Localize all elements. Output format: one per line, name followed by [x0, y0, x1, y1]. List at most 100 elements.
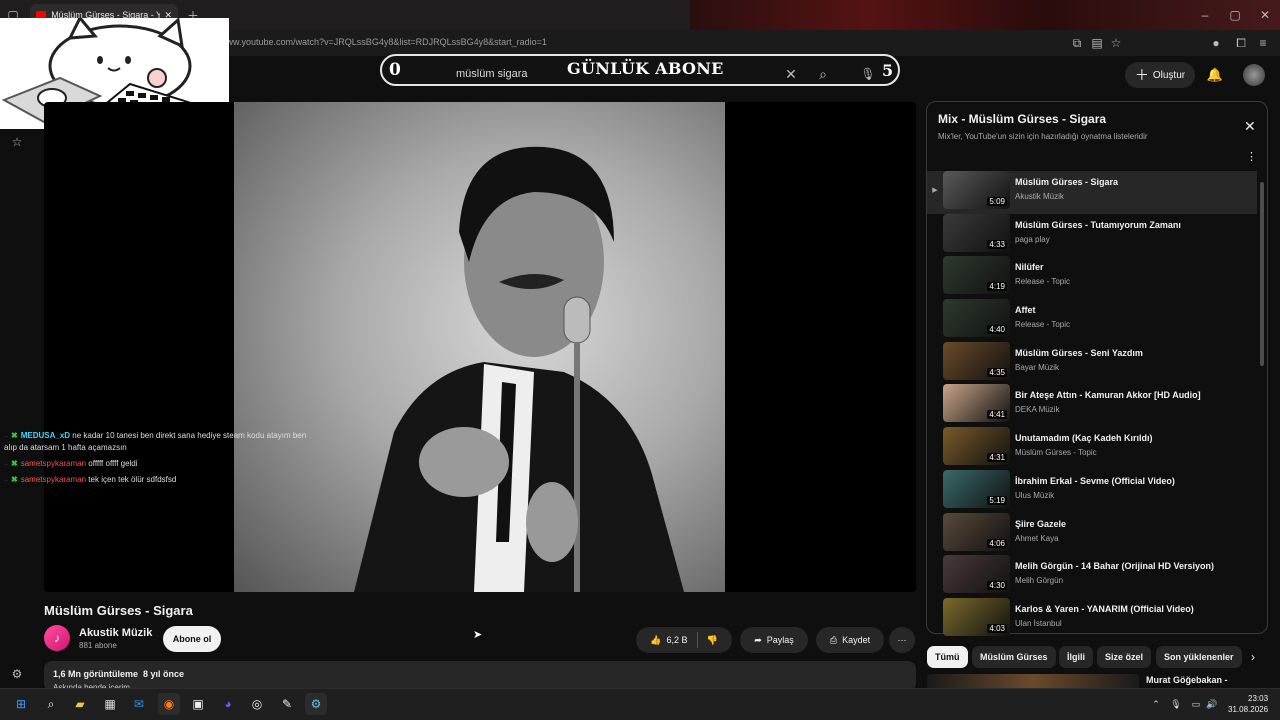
file-explorer-icon[interactable]: ▰ [69, 693, 91, 715]
playlist-item[interactable]: 4:19 Nilüfer Release - Topic [927, 256, 1257, 299]
window-close-icon[interactable]: ✕ [1258, 8, 1272, 22]
playlist-item-title: Müslüm Gürses - Tutamıyorum Zamanı [1015, 219, 1181, 230]
playlist-close-icon[interactable]: ✕ [1244, 118, 1256, 135]
playlist-scrollbar[interactable] [1260, 182, 1264, 366]
playlist-item[interactable]: 4:40 Affet Release - Topic [927, 299, 1257, 342]
minimize-icon[interactable]: – [1198, 8, 1212, 22]
playlist-thumbnail[interactable]: 4:40 [943, 299, 1010, 338]
playlist-index [927, 299, 943, 337]
playlist-item-channel: Release - Topic [1015, 320, 1070, 330]
volume-icon[interactable]: 🔊 [1206, 698, 1218, 710]
playlist-thumbnail[interactable]: 4:31 [943, 427, 1010, 466]
notifications-bell-icon[interactable]: 🔔 [1207, 67, 1223, 83]
settings-gear-icon[interactable]: ⚙ [10, 667, 24, 681]
playlist-item[interactable]: 4:33 Müslüm Gürses - Tutamıyorum Zamanı pa… [927, 213, 1257, 257]
playlist-title: Mix - Müslüm Gürses - Sigara [938, 112, 1107, 126]
playlist-more-icon[interactable]: ⋮ [1246, 150, 1257, 163]
pen-app-icon[interactable]: ✎ [276, 693, 298, 715]
chat-user: sametspykaraman [20, 475, 87, 484]
playlist-thumbnail[interactable]: 4:06 [943, 512, 1010, 551]
tray-chevron-up-icon[interactable]: ⌃ [1150, 698, 1162, 710]
video-player[interactable] [44, 102, 916, 592]
obs-icon[interactable]: ◎ [246, 693, 268, 715]
channel-name[interactable]: Akustik Müzik [79, 627, 152, 639]
playlist-item[interactable]: 4:35 Müslüm Gürses - Seni Yazdım Bayar Müz… [927, 341, 1257, 385]
playlist-thumbnail[interactable]: 4:35 [943, 341, 1010, 380]
playlist-thumbnail[interactable]: 4:33 [943, 213, 1010, 252]
extensions-puzzle-icon[interactable]: ⧠ [1234, 36, 1248, 50]
app-window-icon[interactable]: ▣ [187, 693, 209, 715]
chip-for-you[interactable]: Size özel [1097, 646, 1152, 668]
chip-all[interactable]: Tümü [927, 646, 968, 668]
playlist-index [927, 513, 943, 551]
playlist-thumbnail[interactable]: 4:03 [943, 597, 1010, 636]
playlist-item-title: Bir Ateşe Attın - Kamuran Akkor [HD Audi… [1015, 390, 1201, 401]
video-duration: 4:30 [987, 581, 1007, 591]
playlist-index [927, 256, 943, 294]
steam-icon[interactable]: ⚙ [305, 693, 327, 715]
create-button[interactable]: ＋ Oluştur [1125, 62, 1195, 88]
more-actions-button[interactable]: ⋯ [889, 627, 915, 653]
chat-message: ·· ✖ sametspykaraman offfff offff geldi [4, 458, 138, 471]
browser-menu-icon[interactable]: ≡ [1256, 36, 1270, 50]
playlist-item[interactable]: 5:19 İbrahim Erkal - Sevme (Official Vide… [927, 469, 1257, 513]
playlist-item[interactable]: 4:06 Şiire Gazele Ahmet Kaya [927, 512, 1257, 556]
reader-icon[interactable]: ▤ [1090, 36, 1104, 50]
taskbar-search-icon[interactable]: ⌕ [40, 693, 62, 715]
video-duration: 5:19 [987, 495, 1007, 505]
now-playing-icon: ▶ [932, 187, 938, 194]
chat-user: sametspykaraman [20, 459, 87, 468]
playlist-item[interactable]: 4:41 Bir Ateşe Attın - Kamuran Akkor [HD … [927, 384, 1257, 427]
account-avatar[interactable] [1243, 64, 1265, 86]
voice-search-icon[interactable]: 🎙 [860, 66, 875, 82]
playlist-thumbnail[interactable]: 4:19 [943, 256, 1010, 295]
chip-related[interactable]: İlgili [1059, 646, 1093, 668]
next-video-title[interactable]: Murat Göğebakan - [1146, 675, 1228, 685]
chevron-right-icon[interactable]: › [1246, 650, 1260, 664]
chip-muslum-gurses[interactable]: Müslüm Gürses [972, 646, 1056, 668]
save-button[interactable]: ⎙ Kaydet [816, 627, 884, 653]
playlist-item-channel: Akustik Müzik [1015, 192, 1064, 201]
playlist-item[interactable]: 4:30 Melih Görgün - 14 Bahar (Orijinal HD… [927, 555, 1257, 598]
chat-badge-icon: ✖ [11, 431, 18, 440]
bookmark-star-icon[interactable]: ☆ [1109, 36, 1123, 50]
playlist-item[interactable]: 4:03 Karlos & Yaren - YANARIM (Official V… [927, 597, 1257, 641]
channel-avatar[interactable]: ♪ [44, 625, 70, 651]
discord-icon[interactable]: ◕ [217, 693, 239, 715]
chat-text: alıp da atarsam 1 hafta açamazsın [4, 443, 127, 452]
playlist-thumbnail[interactable]: 5:09 [943, 171, 1010, 209]
playlist-item[interactable]: 4:31 Unutamadım (Kaç Kadeh Kırıldı) Müslüm… [927, 427, 1257, 470]
like-dislike-group: 👍 6,2 B 👎 [636, 627, 732, 653]
network-icon[interactable]: ▭ [1190, 698, 1202, 710]
favorite-star-icon[interactable]: ☆ [10, 135, 24, 149]
playlist-thumbnail[interactable]: 4:30 [943, 555, 1010, 594]
subscribe-button[interactable]: Abone ol [163, 626, 221, 652]
mic-tray-icon[interactable]: 🎙 [1170, 698, 1182, 710]
playlist-item-channel: paga play [1015, 234, 1050, 244]
clear-search-icon[interactable]: ✕ [784, 66, 798, 82]
chip-recent[interactable]: Son yüklenenler [1156, 646, 1242, 668]
playlist-item-title: Şiire Gazele [1015, 518, 1067, 529]
playlist-thumbnail[interactable]: 4:41 [943, 384, 1010, 423]
url-text[interactable]: www.youtube.com/watch?v=JRQLssBG4y8&list… [220, 37, 547, 47]
extension-icon[interactable]: ● [1209, 36, 1223, 50]
description-meta: 1,6 Mn görüntüleme 8 yıl önce [53, 669, 184, 679]
dislike-button[interactable]: 👎 [707, 635, 718, 646]
subscriber-count: 881 abone [79, 641, 117, 650]
search-icon[interactable]: ⌕ [815, 66, 831, 82]
windows-start-icon[interactable]: ⊞ [10, 693, 32, 715]
maximize-icon[interactable]: ▢ [1228, 8, 1242, 22]
next-video-thumbnail[interactable] [927, 674, 1139, 688]
firefox-icon[interactable]: ◉ [158, 693, 180, 715]
share-button[interactable]: ➦ Paylaş [740, 627, 808, 653]
like-button[interactable]: 👍 6,2 B [650, 635, 687, 646]
video-frame [234, 102, 725, 592]
taskbar-clock[interactable]: 23:03 31.08.2026 [1228, 693, 1268, 715]
chat-text: ne kadar 10 tanesi ben direkt sana hediy… [72, 431, 307, 440]
screenshot-icon[interactable]: ⧉ [1070, 36, 1084, 50]
mail-icon[interactable]: ✉ [128, 693, 150, 715]
playlist-item[interactable]: ▶ 5:09 Müslüm Gürses - Sigara Akustik Müzik [927, 171, 1257, 214]
playlist-index [927, 214, 943, 252]
store-icon[interactable]: ▦ [99, 693, 121, 715]
playlist-thumbnail[interactable]: 5:19 [943, 469, 1010, 508]
